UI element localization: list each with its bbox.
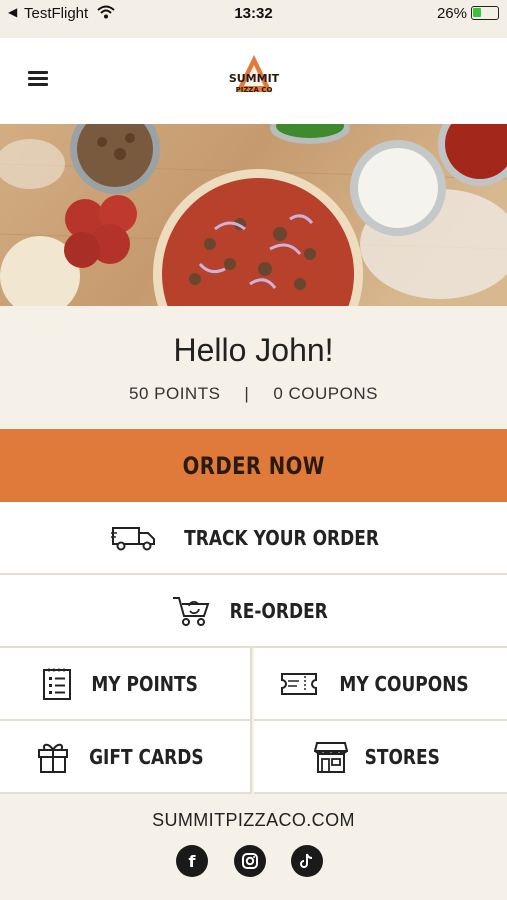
cart-refresh-icon: [172, 596, 210, 626]
order-now-button[interactable]: ORDER NOW: [0, 429, 507, 502]
clock: 13:32: [234, 5, 273, 22]
stats-separator: |: [244, 384, 250, 403]
reorder-label: RE-ORDER: [229, 598, 328, 623]
my-coupons-label: MY COUPONS: [339, 671, 470, 696]
facebook-icon[interactable]: f: [176, 845, 208, 877]
svg-text:SUMMIT: SUMMIT: [229, 72, 280, 85]
svg-text:PIZZA CO: PIZZA CO: [236, 86, 273, 94]
gift-cards-button[interactable]: GIFT CARDS: [0, 721, 252, 794]
points-card-icon: [43, 668, 72, 700]
greeting-title: Hello John!: [173, 332, 334, 368]
gift-cards-label: GIFT CARDS: [88, 744, 204, 769]
battery-icon: [471, 6, 499, 20]
coupons-count: 0 COUPONS: [273, 384, 378, 403]
storefront-icon: [314, 741, 349, 773]
track-order-button[interactable]: TRACK YOUR ORDER: [0, 502, 507, 575]
tiktok-icon[interactable]: [291, 845, 323, 877]
greeting-section: Hello John! 50 POINTS | 0 COUPONS: [0, 306, 507, 429]
summit-pizza-logo: SUMMIT PIZZA CO: [229, 55, 280, 94]
hero-pizza-image: [0, 124, 507, 306]
website-link[interactable]: SUMMITPIZZACO.COM: [0, 810, 507, 831]
instagram-icon[interactable]: [234, 845, 266, 877]
footer: SUMMITPIZZACO.COM f: [0, 794, 507, 900]
hamburger-menu-icon[interactable]: [28, 71, 48, 87]
points-count: 50 POINTS: [129, 384, 221, 403]
my-coupons-button[interactable]: MY COUPONS: [254, 648, 507, 721]
my-points-label: MY POINTS: [91, 671, 199, 696]
status-bar: ◀ TestFlight 13:32 26%: [0, 0, 507, 38]
delivery-truck-icon: [110, 526, 155, 550]
track-order-label: TRACK YOUR ORDER: [184, 525, 379, 550]
rewards-summary: 50 POINTS | 0 COUPONS: [0, 384, 507, 404]
my-points-button[interactable]: MY POINTS: [0, 648, 252, 721]
battery-percent: 26%: [436, 5, 467, 22]
gift-box-icon: [37, 743, 68, 773]
stores-label: STORES: [364, 744, 441, 769]
order-now-label: ORDER NOW: [182, 451, 325, 480]
nav-bar: SUMMIT PIZZA CO: [0, 38, 507, 124]
coupon-ticket-icon: [281, 672, 318, 695]
reorder-button[interactable]: RE-ORDER: [0, 575, 507, 648]
stores-button[interactable]: STORES: [254, 721, 507, 794]
